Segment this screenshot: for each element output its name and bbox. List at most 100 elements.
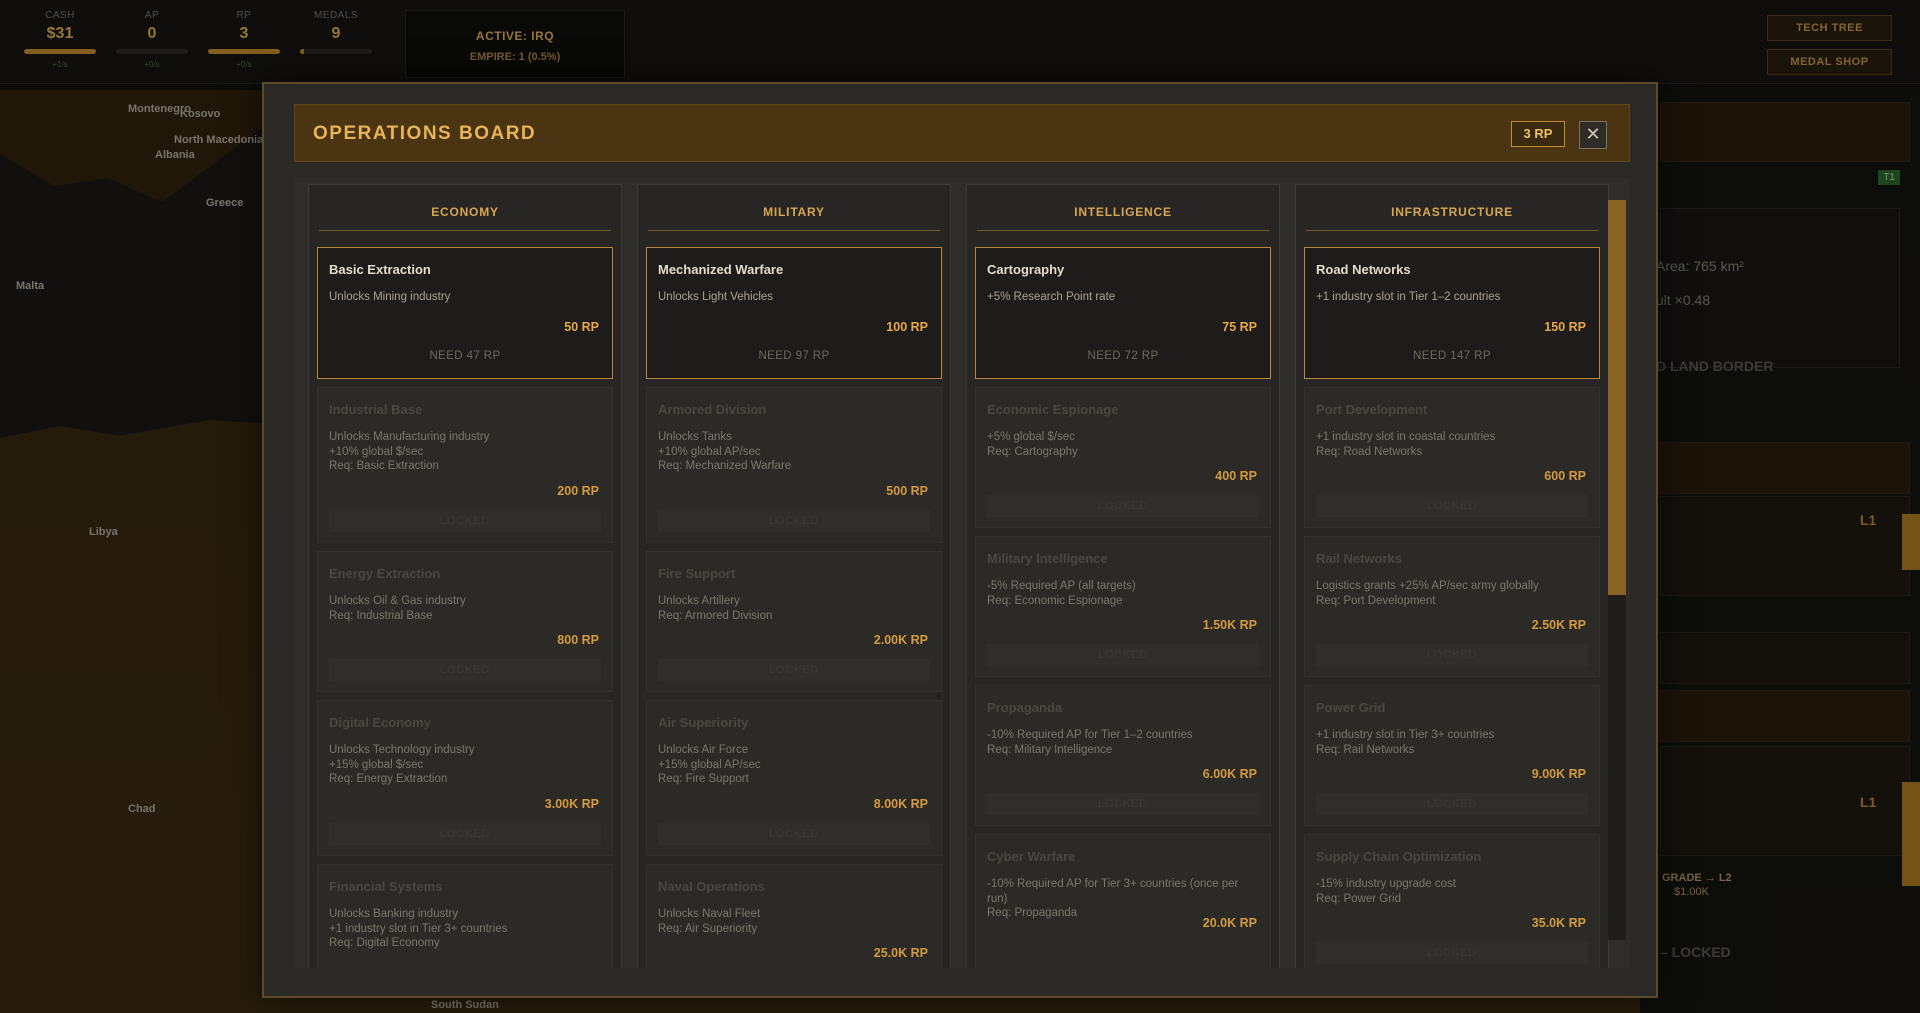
- research-title: Basic Extraction: [329, 262, 431, 277]
- research-cost: 400 RP: [1215, 469, 1257, 483]
- locked-status-bar: LOCKED: [658, 659, 930, 681]
- research-card[interactable]: Armored Division Unlocks Tanks +10% globa…: [646, 387, 942, 543]
- research-description: Logistics grants +25% AP/sec army global…: [1316, 580, 1539, 607]
- research-title: Naval Operations: [658, 879, 765, 894]
- research-card[interactable]: Industrial Base Unlocks Manufacturing ind…: [317, 387, 613, 543]
- research-title: Rail Networks: [1316, 551, 1402, 566]
- research-need-status: NEED 47 RP: [429, 350, 501, 362]
- research-description: Unlocks Oil & Gas industry Req: Industri…: [329, 595, 466, 622]
- research-cost: 6.00K RP: [1202, 767, 1257, 781]
- research-description: -15% industry upgrade cost Req: Power Gr…: [1316, 878, 1456, 905]
- research-card[interactable]: Basic Extraction Unlocks Mining industry 5…: [317, 247, 613, 379]
- research-card[interactable]: Digital Economy Unlocks Technology indust…: [317, 700, 613, 856]
- research-cost: 8.00K RP: [873, 797, 928, 811]
- research-title: Economic Espionage: [987, 402, 1119, 417]
- research-description: Unlocks Naval Fleet Req: Air Superiority: [658, 908, 761, 935]
- research-cost: 500 RP: [886, 484, 928, 498]
- research-card[interactable]: Military Intelligence -5% Required AP (al…: [975, 536, 1271, 677]
- research-title: Supply Chain Optimization: [1316, 849, 1482, 864]
- research-card[interactable]: Mechanized Warfare Unlocks Light Vehicles…: [646, 247, 942, 379]
- research-board[interactable]: INFRASTRUCTURE Road Networks +1 industry s…: [294, 178, 1630, 968]
- research-card[interactable]: Propaganda -10% Required AP for Tier 1–2 …: [975, 685, 1271, 826]
- research-cost: 9.00K RP: [1531, 767, 1586, 781]
- column-header: INFRASTRUCTURE: [1306, 205, 1598, 231]
- locked-status-bar: LOCKED: [1316, 644, 1588, 666]
- locked-status-bar: LOCKED: [658, 823, 930, 845]
- rp-balance-badge: 3 RP: [1511, 121, 1565, 147]
- research-description: Unlocks Technology industry +15% global …: [329, 744, 475, 785]
- research-cost: 50 RP: [564, 320, 599, 334]
- research-cost: 150 RP: [1544, 320, 1586, 334]
- research-title: Fire Support: [658, 566, 736, 581]
- locked-status-bar: LOCKED: [329, 510, 601, 532]
- research-title: Energy Extraction: [329, 566, 441, 581]
- research-card[interactable]: Port Development +1 industry slot in coas…: [1304, 387, 1600, 528]
- research-cost: 3.00K RP: [544, 797, 599, 811]
- research-description: -10% Required AP for Tier 3+ countries (…: [987, 878, 1239, 919]
- research-title: Air Superiority: [658, 715, 749, 730]
- research-card[interactable]: Naval Operations Unlocks Naval Fleet Req:…: [646, 864, 942, 968]
- research-card[interactable]: Energy Extraction Unlocks Oil & Gas indus…: [317, 551, 613, 692]
- research-description: +1 industry slot in Tier 3+ countries Re…: [1316, 729, 1495, 756]
- locked-status-bar: LOCKED: [987, 644, 1259, 666]
- locked-status-bar: LOCKED: [987, 793, 1259, 815]
- research-description: -10% Required AP for Tier 1–2 countries …: [987, 729, 1193, 756]
- research-description: Unlocks Mining industry: [329, 291, 451, 303]
- research-description: +1 industry slot in Tier 1–2 countries: [1316, 291, 1501, 303]
- column-header: INTELLIGENCE: [977, 205, 1269, 231]
- scrollbar-track[interactable]: [1608, 200, 1626, 940]
- research-description: Unlocks Air Force +15% global AP/sec Req…: [658, 744, 761, 785]
- scrollbar-thumb[interactable]: [1608, 200, 1626, 595]
- research-title: Port Development: [1316, 402, 1428, 417]
- modal-title: OPERATIONS BOARD: [313, 123, 537, 144]
- column-header: ECONOMY: [319, 205, 611, 231]
- research-description: Unlocks Manufacturing industry +10% glob…: [329, 431, 490, 472]
- research-cost: 1.50K RP: [1202, 618, 1257, 632]
- research-need-status: NEED 147 RP: [1413, 350, 1491, 362]
- locked-status-bar: LOCKED: [329, 823, 601, 845]
- research-card[interactable]: Fire Support Unlocks Artillery Req: Armor…: [646, 551, 942, 692]
- research-title: Digital Economy: [329, 715, 431, 730]
- locked-status-bar: LOCKED: [329, 659, 601, 681]
- research-card[interactable]: Cyber Warfare -10% Required AP for Tier 3…: [975, 834, 1271, 968]
- research-title: Mechanized Warfare: [658, 262, 784, 277]
- locked-status-bar: LOCKED: [1316, 793, 1588, 815]
- research-title: Power Grid: [1316, 700, 1386, 715]
- research-cost: 2.00K RP: [873, 633, 928, 647]
- research-description: +5% Research Point rate: [987, 291, 1116, 303]
- research-card[interactable]: Power Grid +1 industry slot in Tier 3+ co…: [1304, 685, 1600, 826]
- research-description: Unlocks Light Vehicles: [658, 291, 774, 303]
- research-card[interactable]: Financial Systems Unlocks Banking industr…: [317, 864, 613, 968]
- research-card[interactable]: Supply Chain Optimization -15% industry u…: [1304, 834, 1600, 968]
- research-cost: 800 RP: [557, 633, 599, 647]
- research-title: Road Networks: [1316, 262, 1411, 277]
- research-title: Cyber Warfare: [987, 849, 1076, 864]
- research-card[interactable]: Cartography +5% Research Point rate 75 RP N…: [975, 247, 1271, 379]
- research-title: Financial Systems: [329, 879, 443, 894]
- research-description: +5% global $/sec Req: Cartography: [987, 431, 1078, 458]
- close-icon[interactable]: ✕: [1579, 121, 1607, 149]
- column-header: MILITARY: [648, 205, 940, 231]
- column-economy: ECONOMY Basic Extraction Unlocks Mining in…: [308, 184, 622, 968]
- research-description: Unlocks Artillery Req: Armored Division: [658, 595, 773, 622]
- research-cost: 75 RP: [1222, 320, 1257, 334]
- research-card[interactable]: Road Networks +1 industry slot in Tier 1–…: [1304, 247, 1600, 379]
- research-card[interactable]: Rail Networks Logistics grants +25% AP/se…: [1304, 536, 1600, 677]
- research-description: +1 industry slot in coastal countries Re…: [1316, 431, 1496, 458]
- research-title: Industrial Base: [329, 402, 423, 417]
- locked-status-bar: LOCKED: [1316, 942, 1588, 964]
- research-description: Unlocks Tanks +10% global AP/sec Req: Me…: [658, 431, 792, 472]
- column-intelligence: INTELLIGENCE Cartography +5% Research Poin…: [966, 184, 1280, 968]
- research-card[interactable]: Air Superiority Unlocks Air Force +15% gl…: [646, 700, 942, 856]
- research-cost: 20.0K RP: [1202, 916, 1257, 930]
- research-cost: 100 RP: [886, 320, 928, 334]
- locked-status-bar: LOCKED: [1316, 495, 1588, 517]
- research-title: Armored Division: [658, 402, 767, 417]
- research-title: Cartography: [987, 262, 1065, 277]
- research-title: Military Intelligence: [987, 551, 1108, 566]
- research-cost: 600 RP: [1544, 469, 1586, 483]
- research-card[interactable]: Economic Espionage +5% global $/sec Req: …: [975, 387, 1271, 528]
- column-military: MILITARY Mechanized Warfare Unlocks Light …: [637, 184, 951, 968]
- locked-status-bar: LOCKED: [658, 510, 930, 532]
- operations-board-modal: OPERATIONS BOARD 3 RP ✕ INFRASTRUCTURE Ro…: [262, 82, 1658, 998]
